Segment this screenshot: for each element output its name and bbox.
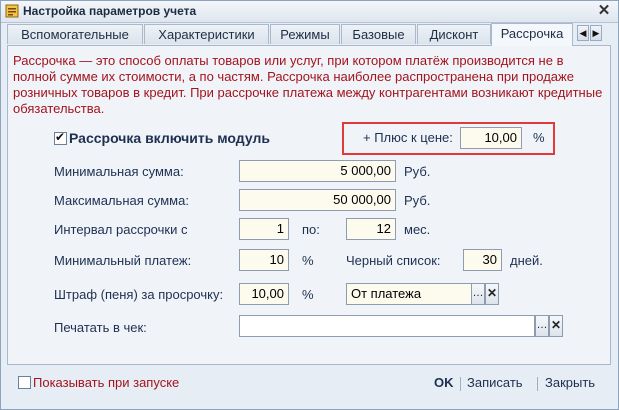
plus-price-input[interactable]: 10,00 bbox=[460, 127, 522, 149]
tab-discount[interactable]: Дисконт bbox=[417, 24, 491, 44]
tab-characteristics[interactable]: Характеристики bbox=[144, 24, 269, 44]
app-icon bbox=[5, 4, 19, 18]
penalty-label: Штраф (пеня) за просрочку: bbox=[54, 287, 224, 302]
penalty-unit: % bbox=[302, 287, 314, 302]
title-bar: Настройка параметров учета ✕ bbox=[1, 1, 618, 23]
enable-module-label: Рассрочка включить модуль bbox=[69, 130, 270, 146]
tab-strip: Вспомогательные Характеристики Режимы Ба… bbox=[7, 23, 611, 46]
penalty-mode-clear-icon[interactable]: ✕ bbox=[485, 283, 499, 305]
print-check-label: Печатать в чек: bbox=[54, 320, 147, 335]
max-sum-input[interactable]: 50 000,00 bbox=[239, 189, 396, 211]
plus-price-label: + Плюс к цене: bbox=[363, 130, 453, 145]
tab-scroll-left-icon[interactable]: ◀ bbox=[577, 25, 589, 41]
min-payment-label: Минимальный платеж: bbox=[54, 253, 192, 268]
interval-label: Интервал рассрочки с bbox=[54, 222, 188, 237]
min-sum-label: Минимальная сумма: bbox=[54, 164, 184, 179]
min-sum-unit: Руб. bbox=[404, 164, 431, 179]
interval-from-input[interactable]: 1 bbox=[239, 218, 289, 240]
min-payment-input[interactable]: 10 bbox=[239, 249, 289, 271]
penalty-mode-select[interactable]: От платежа bbox=[346, 283, 472, 305]
divider bbox=[537, 377, 538, 391]
save-button[interactable]: Записать bbox=[467, 375, 523, 390]
window-title: Настройка параметров учета bbox=[23, 4, 197, 18]
interval-unit: мес. bbox=[404, 222, 431, 237]
min-sum-input[interactable]: 5 000,00 bbox=[239, 160, 396, 182]
tab-scroll-right-icon[interactable]: ▶ bbox=[590, 25, 602, 41]
blacklist-label: Черный список: bbox=[346, 253, 441, 268]
description-text: Рассрочка — это способ оплаты товаров ил… bbox=[13, 53, 603, 116]
interval-to-input[interactable]: 12 bbox=[346, 218, 396, 240]
blacklist-unit: дней. bbox=[510, 253, 543, 268]
close-icon[interactable]: ✕ bbox=[596, 2, 612, 20]
show-on-start-label: Показывать при запуске bbox=[33, 375, 180, 390]
tab-installment[interactable]: Рассрочка bbox=[491, 23, 573, 46]
print-check-ellipsis-button[interactable]: … bbox=[535, 315, 549, 337]
penalty-mode-ellipsis-button[interactable]: … bbox=[471, 283, 485, 305]
blacklist-input[interactable]: 30 bbox=[463, 249, 502, 271]
interval-to-label: по: bbox=[302, 222, 320, 237]
divider bbox=[460, 377, 461, 391]
plus-price-unit: % bbox=[533, 130, 545, 145]
penalty-input[interactable]: 10,00 bbox=[239, 283, 289, 305]
max-sum-unit: Руб. bbox=[404, 193, 431, 208]
print-check-input[interactable] bbox=[239, 315, 535, 337]
tab-auxiliary[interactable]: Вспомогательные bbox=[7, 24, 143, 44]
max-sum-label: Максимальная сумма: bbox=[54, 193, 189, 208]
tab-modes[interactable]: Режимы bbox=[270, 24, 340, 44]
settings-window: Настройка параметров учета ✕ Вспомогател… bbox=[0, 0, 619, 410]
enable-module-checkbox[interactable] bbox=[54, 130, 67, 145]
print-check-clear-icon[interactable]: ✕ bbox=[549, 315, 563, 337]
close-button[interactable]: Закрыть bbox=[545, 375, 595, 390]
show-on-start-checkbox[interactable] bbox=[18, 376, 31, 389]
ok-button[interactable]: OK bbox=[434, 375, 454, 390]
min-payment-unit: % bbox=[302, 253, 314, 268]
tab-base[interactable]: Базовые bbox=[341, 24, 416, 44]
